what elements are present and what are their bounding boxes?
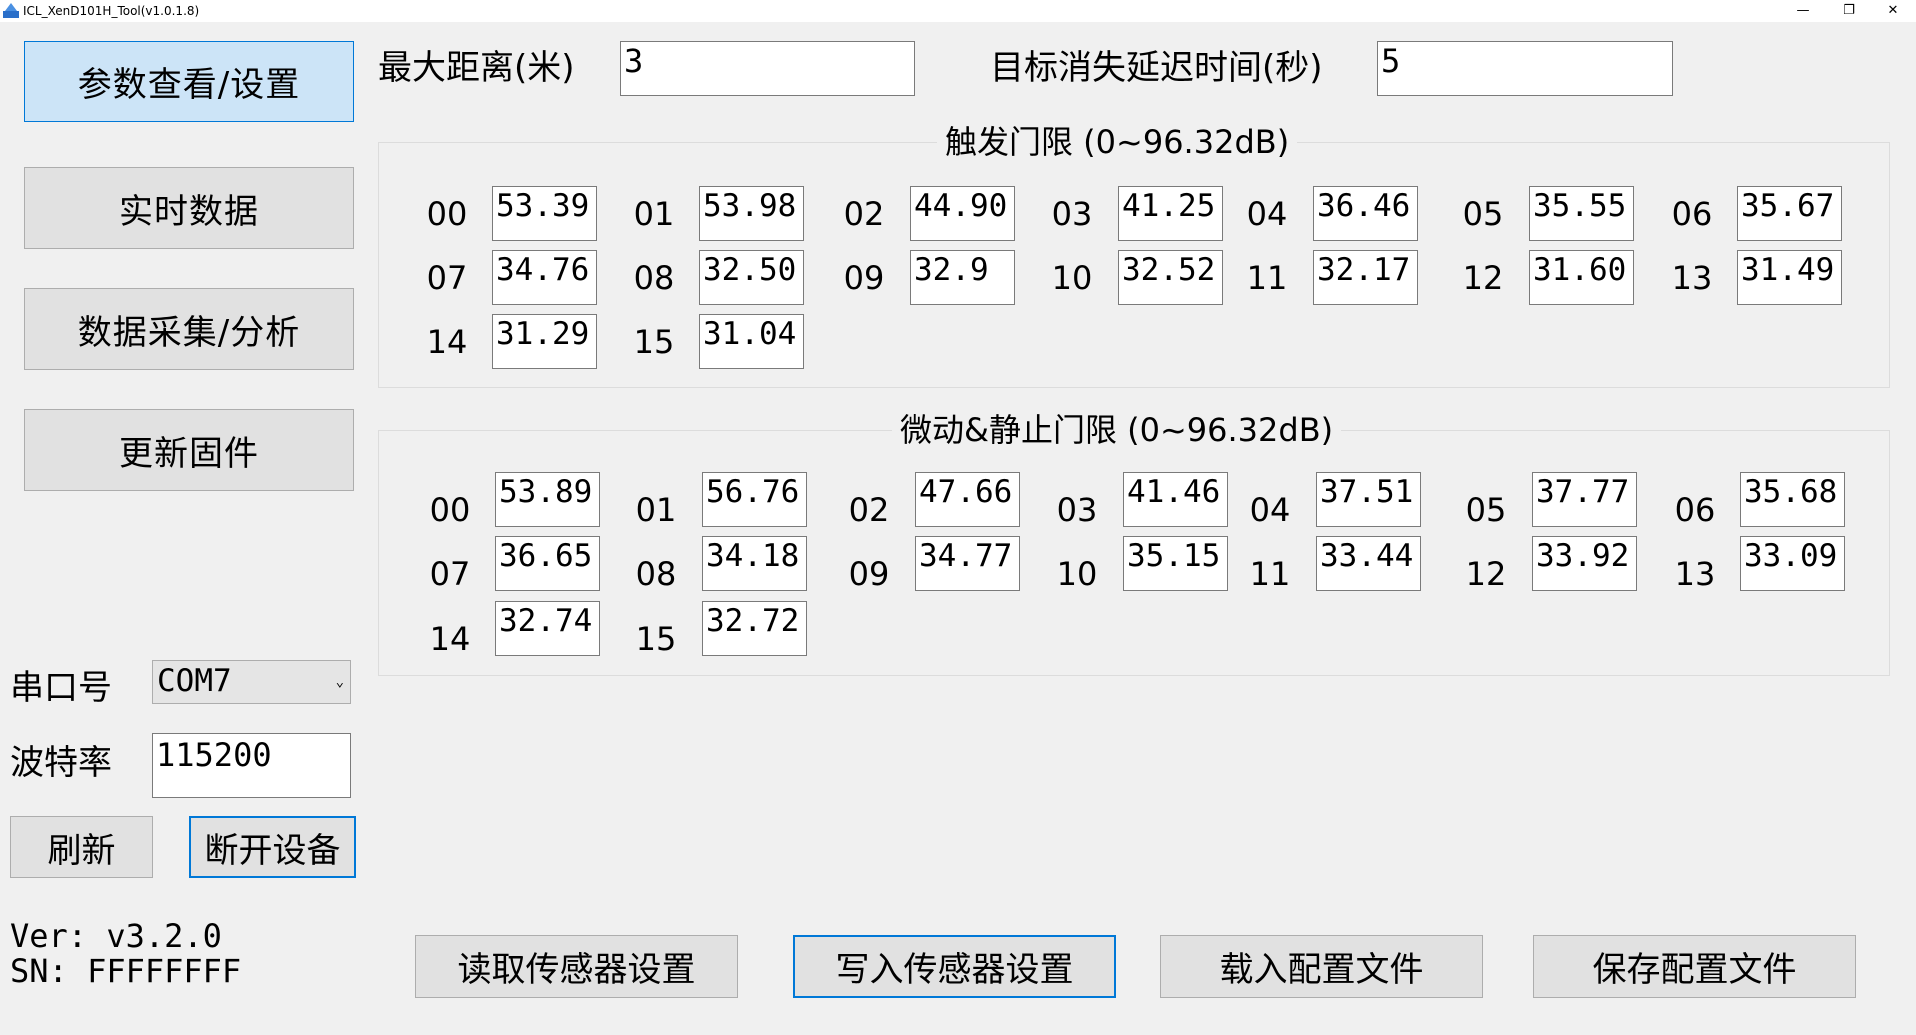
- trigger-gate-input[interactable]: 32.50: [699, 250, 804, 305]
- gate-index-label: 09: [848, 555, 890, 593]
- delay-label: 目标消失延迟时间(秒): [990, 48, 1323, 88]
- nav-firmware-button[interactable]: 更新固件: [24, 409, 354, 491]
- gate-index-label: 03: [1051, 195, 1093, 233]
- static-gate-input[interactable]: 37.51: [1316, 472, 1421, 527]
- static-gate-input[interactable]: 47.66: [915, 472, 1020, 527]
- gate-index-label: 02: [848, 491, 890, 529]
- trigger-gate-input[interactable]: 31.04: [699, 314, 804, 369]
- trigger-gate-input[interactable]: 35.55: [1529, 186, 1634, 241]
- trigger-gate-input[interactable]: 35.67: [1737, 186, 1842, 241]
- gate-index-label: 02: [843, 195, 885, 233]
- gate-index-label: 13: [1674, 555, 1716, 593]
- trigger-gate-input[interactable]: 31.29: [492, 314, 597, 369]
- gate-index-label: 07: [426, 259, 468, 297]
- static-gate-input[interactable]: 32.74: [495, 601, 600, 656]
- trigger-gate-input[interactable]: 53.98: [699, 186, 804, 241]
- gate-index-label: 06: [1671, 195, 1713, 233]
- gate-index-label: 15: [633, 323, 675, 361]
- trigger-gate-input[interactable]: 34.76: [492, 250, 597, 305]
- static-gate-input[interactable]: 32.72: [702, 601, 807, 656]
- gate-index-label: 05: [1462, 195, 1504, 233]
- static-group-title: 微动&静止门限 (0~96.32dB): [892, 410, 1342, 450]
- static-gate-input[interactable]: 34.18: [702, 536, 807, 591]
- trigger-group-title: 触发门限 (0~96.32dB): [937, 122, 1298, 162]
- max-distance-input[interactable]: 3: [620, 41, 915, 96]
- gate-index-label: 08: [633, 259, 675, 297]
- gate-index-label: 10: [1056, 555, 1098, 593]
- trigger-gate-input[interactable]: 32.9: [910, 250, 1015, 305]
- static-gate-input[interactable]: 33.44: [1316, 536, 1421, 591]
- load-config-button[interactable]: 载入配置文件: [1160, 935, 1483, 998]
- gate-index-label: 12: [1465, 555, 1507, 593]
- gate-index-label: 01: [635, 491, 677, 529]
- static-gate-input[interactable]: 34.77: [915, 536, 1020, 591]
- static-gate-input[interactable]: 33.92: [1532, 536, 1637, 591]
- trigger-gate-input[interactable]: 32.52: [1118, 250, 1223, 305]
- gate-index-label: 13: [1671, 259, 1713, 297]
- trigger-gate-input[interactable]: 53.39: [492, 186, 597, 241]
- gate-index-label: 12: [1462, 259, 1504, 297]
- gate-index-label: 05: [1465, 491, 1507, 529]
- save-config-button[interactable]: 保存配置文件: [1533, 935, 1856, 998]
- maximize-icon[interactable]: ❐: [1826, 0, 1872, 22]
- delay-input[interactable]: 5: [1377, 41, 1673, 96]
- gate-index-label: 15: [635, 620, 677, 658]
- trigger-gate-input[interactable]: 36.46: [1313, 186, 1418, 241]
- window-title: ICL_XenD101H_Tool(v1.0.1.8): [23, 4, 200, 18]
- serial-number-text: SN: FFFFFFFF: [10, 952, 242, 990]
- title-bar: [0, 0, 1916, 22]
- trigger-gate-input[interactable]: 31.60: [1529, 250, 1634, 305]
- serial-port-value: COM7: [157, 663, 232, 699]
- nav-capture-button[interactable]: 数据采集/分析: [24, 288, 354, 370]
- gate-index-label: 14: [426, 323, 468, 361]
- static-gate-input[interactable]: 35.68: [1740, 472, 1845, 527]
- trigger-gate-input[interactable]: 41.25: [1118, 186, 1223, 241]
- gate-index-label: 10: [1051, 259, 1093, 297]
- minimize-icon[interactable]: —: [1780, 0, 1826, 22]
- static-gate-input[interactable]: 35.15: [1123, 536, 1228, 591]
- gate-index-label: 07: [429, 555, 471, 593]
- trigger-gate-input[interactable]: 44.90: [910, 186, 1015, 241]
- trigger-gate-input[interactable]: 31.49: [1737, 250, 1842, 305]
- static-gate-input[interactable]: 33.09: [1740, 536, 1845, 591]
- disconnect-button[interactable]: 断开设备: [189, 816, 356, 878]
- serial-port-label: 串口号: [10, 668, 112, 708]
- static-gate-input[interactable]: 53.89: [495, 472, 600, 527]
- gate-index-label: 08: [635, 555, 677, 593]
- max-distance-label: 最大距离(米): [378, 48, 575, 88]
- write-settings-button[interactable]: 写入传感器设置: [793, 935, 1116, 998]
- baud-rate-label: 波特率: [10, 743, 112, 783]
- version-text: Ver: v3.2.0: [10, 917, 222, 955]
- chevron-down-icon: ⌄: [335, 674, 344, 690]
- read-settings-button[interactable]: 读取传感器设置: [415, 935, 738, 998]
- static-gate-input[interactable]: 37.77: [1532, 472, 1637, 527]
- gate-index-label: 14: [429, 620, 471, 658]
- static-gate-input[interactable]: 56.76: [702, 472, 807, 527]
- baud-rate-input[interactable]: 115200: [152, 733, 351, 798]
- gate-index-label: 01: [633, 195, 675, 233]
- gate-index-label: 04: [1246, 195, 1288, 233]
- gate-index-label: 00: [429, 491, 471, 529]
- gate-index-label: 04: [1249, 491, 1291, 529]
- nav-params-button[interactable]: 参数查看/设置: [24, 41, 354, 122]
- gate-index-label: 06: [1674, 491, 1716, 529]
- gate-index-label: 09: [843, 259, 885, 297]
- trigger-gate-input[interactable]: 32.17: [1313, 250, 1418, 305]
- gate-index-label: 11: [1249, 555, 1291, 593]
- refresh-button[interactable]: 刷新: [10, 816, 153, 878]
- gate-index-label: 00: [426, 195, 468, 233]
- close-icon[interactable]: ✕: [1870, 0, 1916, 22]
- serial-port-select[interactable]: COM7 ⌄: [152, 660, 351, 704]
- gate-index-label: 11: [1246, 259, 1288, 297]
- app-icon: [3, 3, 19, 18]
- nav-realtime-button[interactable]: 实时数据: [24, 167, 354, 249]
- gate-index-label: 03: [1056, 491, 1098, 529]
- static-gate-input[interactable]: 36.65: [495, 536, 600, 591]
- static-gate-input[interactable]: 41.46: [1123, 472, 1228, 527]
